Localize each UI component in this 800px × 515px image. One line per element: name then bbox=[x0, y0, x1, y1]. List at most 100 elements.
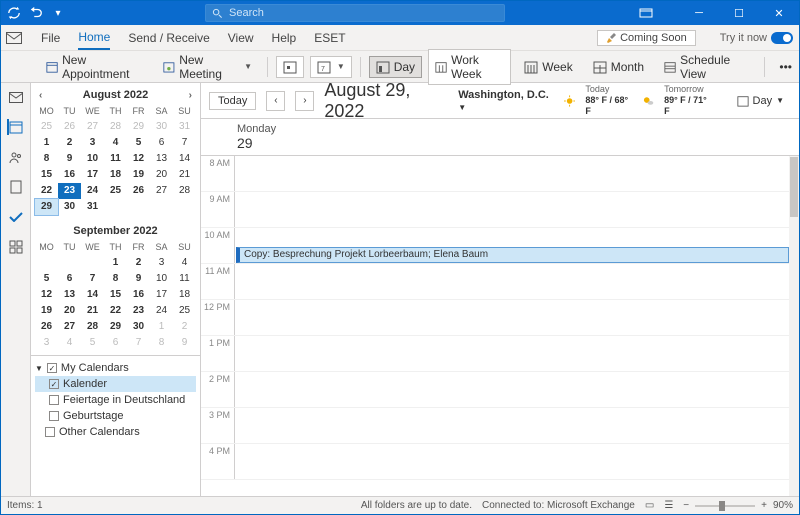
minical-day[interactable]: 29 bbox=[104, 319, 127, 335]
notes-nav-icon[interactable] bbox=[8, 179, 24, 195]
minical-day[interactable]: 12 bbox=[127, 151, 150, 167]
minical-day[interactable]: 15 bbox=[35, 167, 58, 183]
minical-day[interactable]: 31 bbox=[173, 119, 196, 135]
arrange-dropdown[interactable]: Day ▼ bbox=[730, 92, 791, 110]
close-button[interactable]: ✕ bbox=[759, 7, 799, 20]
minimize-button[interactable]: ─ bbox=[679, 7, 719, 19]
hour-row[interactable]: 3 PM bbox=[201, 408, 799, 444]
today-icon-button[interactable] bbox=[276, 56, 304, 78]
minical-day[interactable]: 19 bbox=[35, 303, 58, 319]
checkbox[interactable] bbox=[49, 411, 59, 421]
mail-nav-icon[interactable] bbox=[8, 89, 24, 105]
minical-day[interactable]: 3 bbox=[150, 255, 173, 271]
checkbox[interactable] bbox=[45, 427, 55, 437]
minical-day[interactable]: 16 bbox=[58, 167, 81, 183]
minical-day[interactable]: 6 bbox=[58, 271, 81, 287]
minical-day[interactable]: 28 bbox=[173, 183, 196, 199]
menu-view[interactable]: View bbox=[228, 31, 254, 45]
minical-day[interactable]: 23 bbox=[127, 303, 150, 319]
minical-day[interactable]: 3 bbox=[35, 335, 58, 351]
view-reading-icon[interactable]: ☰ bbox=[664, 500, 673, 511]
minical-day[interactable]: 7 bbox=[173, 135, 196, 151]
minical-day[interactable]: 9 bbox=[58, 151, 81, 167]
minical-day[interactable]: 2 bbox=[127, 255, 150, 271]
schedule-view-button[interactable]: Schedule View bbox=[657, 49, 755, 85]
minical-day[interactable]: 17 bbox=[81, 167, 104, 183]
minical-day[interactable]: 18 bbox=[104, 167, 127, 183]
appointment-item[interactable]: Copy: Besprechung Projekt Lorbeerbaum; E… bbox=[236, 247, 789, 263]
minical-day[interactable]: 22 bbox=[35, 183, 58, 199]
today-button[interactable]: Today bbox=[209, 92, 256, 110]
minical-day[interactable]: 29 bbox=[127, 119, 150, 135]
hour-row[interactable]: 11 AM bbox=[201, 264, 799, 300]
minical-day[interactable]: 2 bbox=[58, 135, 81, 151]
chevron-down-icon[interactable]: ▼ bbox=[242, 62, 252, 71]
minical-day[interactable]: 14 bbox=[173, 151, 196, 167]
week-view-button[interactable]: Week bbox=[517, 56, 579, 78]
weather-location[interactable]: Washington, D.C. ▼ bbox=[458, 89, 554, 113]
mail-icon[interactable] bbox=[6, 32, 22, 44]
minical-day[interactable]: 25 bbox=[104, 183, 127, 199]
zoom-control[interactable]: − + 90% bbox=[683, 500, 793, 511]
next-days-button[interactable]: 7▼ bbox=[310, 56, 352, 78]
sync-icon[interactable] bbox=[7, 6, 21, 20]
minical-day[interactable]: 2 bbox=[173, 319, 196, 335]
minical-day[interactable]: 24 bbox=[150, 303, 173, 319]
minical-day[interactable]: 18 bbox=[173, 287, 196, 303]
minical-day[interactable]: 11 bbox=[104, 151, 127, 167]
minical-day[interactable]: 28 bbox=[81, 319, 104, 335]
minical-day[interactable]: 30 bbox=[127, 319, 150, 335]
minical-day[interactable]: 21 bbox=[81, 303, 104, 319]
more-nav-icon[interactable] bbox=[8, 239, 24, 255]
minical-day[interactable]: 9 bbox=[127, 271, 150, 287]
calendar-item[interactable]: Geburtstage bbox=[35, 408, 196, 424]
checkbox[interactable]: ✓ bbox=[49, 379, 59, 389]
minical-day[interactable]: 4 bbox=[173, 255, 196, 271]
minical-day[interactable]: 30 bbox=[150, 119, 173, 135]
menu-home[interactable]: Home bbox=[78, 30, 110, 50]
minical-day[interactable]: 31 bbox=[81, 199, 104, 215]
minical-day[interactable]: 13 bbox=[150, 151, 173, 167]
minical-day[interactable]: 17 bbox=[150, 287, 173, 303]
minical-day[interactable]: 6 bbox=[104, 335, 127, 351]
hour-row[interactable]: 4 PM bbox=[201, 444, 799, 480]
minical-day[interactable]: 10 bbox=[81, 151, 104, 167]
view-normal-icon[interactable]: ▭ bbox=[645, 500, 654, 511]
minical-day[interactable]: 7 bbox=[81, 271, 104, 287]
minical-day[interactable]: 5 bbox=[35, 271, 58, 287]
scrollbar[interactable] bbox=[789, 156, 799, 496]
more-button[interactable]: ••• bbox=[772, 56, 799, 78]
next-day-button[interactable]: › bbox=[295, 91, 314, 111]
minical-day[interactable]: 26 bbox=[127, 183, 150, 199]
minical-day[interactable]: 26 bbox=[35, 319, 58, 335]
minical-day[interactable]: 19 bbox=[127, 167, 150, 183]
coming-soon-button[interactable]: Coming Soon bbox=[597, 30, 696, 46]
minical-day[interactable]: 20 bbox=[150, 167, 173, 183]
calendar-item[interactable]: Feiertage in Deutschland bbox=[35, 392, 196, 408]
minical-day[interactable]: 12 bbox=[35, 287, 58, 303]
calendar-nav-icon[interactable] bbox=[7, 119, 23, 135]
minical-day[interactable]: 10 bbox=[150, 271, 173, 287]
qat-customize-icon[interactable]: ▾ bbox=[51, 6, 65, 20]
checkbox[interactable]: ✓ bbox=[47, 363, 57, 373]
hour-row[interactable]: 8 AM bbox=[201, 156, 799, 192]
my-calendars-group[interactable]: ▼ ✓ My Calendars bbox=[35, 360, 196, 376]
minical-day[interactable]: 26 bbox=[58, 119, 81, 135]
menu-help[interactable]: Help bbox=[272, 31, 297, 45]
minical-day[interactable]: 1 bbox=[104, 255, 127, 271]
minical-day[interactable]: 30 bbox=[58, 199, 81, 215]
menu-eset[interactable]: ESET bbox=[314, 31, 345, 45]
ribbon-options-icon[interactable] bbox=[639, 8, 679, 18]
hour-row[interactable]: 9 AM bbox=[201, 192, 799, 228]
minical-day[interactable]: 15 bbox=[104, 287, 127, 303]
minical-day[interactable]: 24 bbox=[81, 183, 104, 199]
zoom-out-icon[interactable]: − bbox=[683, 500, 689, 511]
minical-day[interactable]: 8 bbox=[150, 335, 173, 351]
maximize-button[interactable]: ☐ bbox=[719, 7, 759, 20]
minical-day[interactable]: 6 bbox=[150, 135, 173, 151]
minical-day[interactable]: 4 bbox=[104, 135, 127, 151]
minical-day[interactable]: 28 bbox=[104, 119, 127, 135]
time-grid[interactable]: 8 AM9 AM10 AM11 AM12 PM1 PM2 PM3 PM4 PMC… bbox=[201, 156, 799, 496]
minical-day[interactable]: 5 bbox=[81, 335, 104, 351]
minical-day[interactable]: 1 bbox=[35, 135, 58, 151]
